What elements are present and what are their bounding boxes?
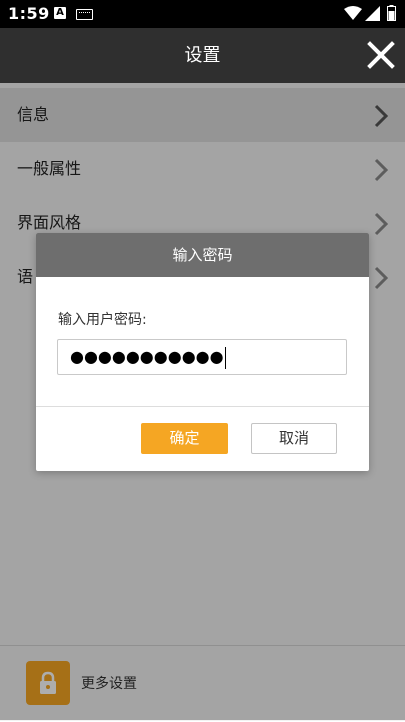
password-value: ●●●●●●●●●●● [70, 340, 226, 374]
a-notification-icon: A [54, 7, 66, 19]
battery-icon [387, 5, 396, 21]
confirm-button[interactable]: 确定 [141, 423, 228, 454]
signal-icon [365, 6, 380, 21]
dialog-title: 输入密码 [36, 233, 369, 277]
cancel-button[interactable]: 取消 [251, 423, 337, 454]
page-title: 设置 [184, 45, 221, 66]
text-caret [224, 346, 226, 369]
keyboard-icon [76, 9, 93, 20]
password-mask: ●●●●●●●●●●● [70, 347, 224, 366]
password-prompt: 输入用户密码: [58, 312, 147, 328]
dialog-divider [36, 406, 369, 407]
status-bar: 1:59 A [0, 0, 405, 28]
password-dialog: 输入密码 输入用户密码: ●●●●●●●●●●● 确定 取消 [36, 233, 369, 471]
app-bar: 设置 [0, 28, 405, 83]
close-icon[interactable] [364, 38, 398, 72]
status-time: 1:59 [8, 4, 50, 23]
settings-screen: 1:59 A 设置 信息 一般属性 界面风格 语 更多设置 输入密码 输入用户密… [0, 0, 405, 721]
password-input[interactable]: ●●●●●●●●●●● [57, 339, 347, 375]
wifi-icon [344, 6, 362, 20]
